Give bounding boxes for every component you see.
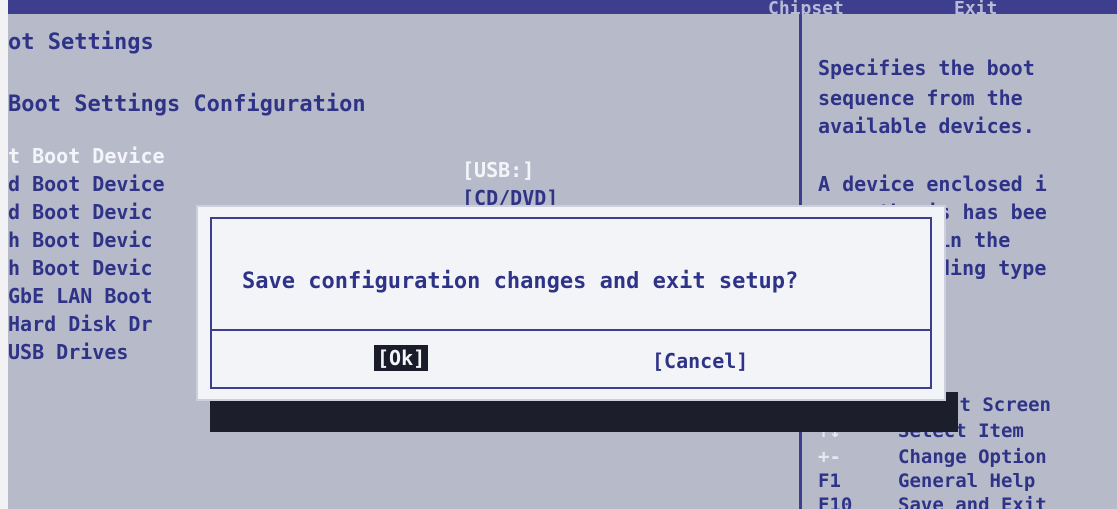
dialog-message: Save configuration changes and exit setu… <box>242 269 799 294</box>
menu-item-chipset[interactable]: Chipset <box>768 0 844 14</box>
dialog-separator <box>212 329 930 331</box>
key-legend-desc-5: Save and Exit <box>898 494 1047 509</box>
key-legend-key-5: F10 <box>818 494 853 509</box>
top-menu-bar: Chipset Exit <box>8 0 1117 14</box>
help-line-2: sequence from the <box>818 86 1023 110</box>
boot-value-1[interactable]: [USB:] <box>462 160 534 180</box>
menu-item-exit[interactable]: Exit <box>954 0 997 14</box>
help-line-7: ding type <box>938 256 1047 280</box>
boot-item-3[interactable]: d Boot Devic <box>8 202 153 222</box>
boot-item-4[interactable]: h Boot Devic <box>8 230 153 250</box>
boot-item-usb[interactable]: USB Drives <box>8 342 128 362</box>
key-legend-key-3: +- <box>818 446 841 468</box>
cancel-button[interactable]: [Cancel] <box>652 349 748 373</box>
boot-item-gbe-lan[interactable]: GbE LAN Boot <box>8 286 153 306</box>
section-title: Boot Settings Configuration <box>8 92 366 117</box>
panel-title: ot Settings <box>8 30 154 55</box>
boot-item-2[interactable]: d Boot Device <box>8 174 165 194</box>
boot-item-hard-disk[interactable]: Hard Disk Dr <box>8 314 153 334</box>
ok-button[interactable]: [Ok] <box>374 345 429 371</box>
key-legend-desc-3: Change Option <box>898 446 1047 468</box>
dialog-frame: Save configuration changes and exit setu… <box>210 217 932 389</box>
boot-item-5[interactable]: h Boot Devic <box>8 258 153 278</box>
help-line-4: A device enclosed i <box>818 172 1047 196</box>
boot-item-1[interactable]: t Boot Device <box>8 146 165 166</box>
key-legend-desc-1: ct Screen <box>948 394 1051 416</box>
help-line-3: available devices. <box>818 114 1035 138</box>
help-line-6: in the <box>938 228 1011 252</box>
help-line-1: Specifies the boot <box>818 56 1035 80</box>
key-legend-key-4: F1 <box>818 470 841 492</box>
bios-screen: Chipset Exit ot Settings Boot Settings C… <box>8 0 1117 509</box>
key-legend-desc-4: General Help <box>898 470 1036 492</box>
exit-dialog: Save configuration changes and exit setu… <box>196 205 946 401</box>
